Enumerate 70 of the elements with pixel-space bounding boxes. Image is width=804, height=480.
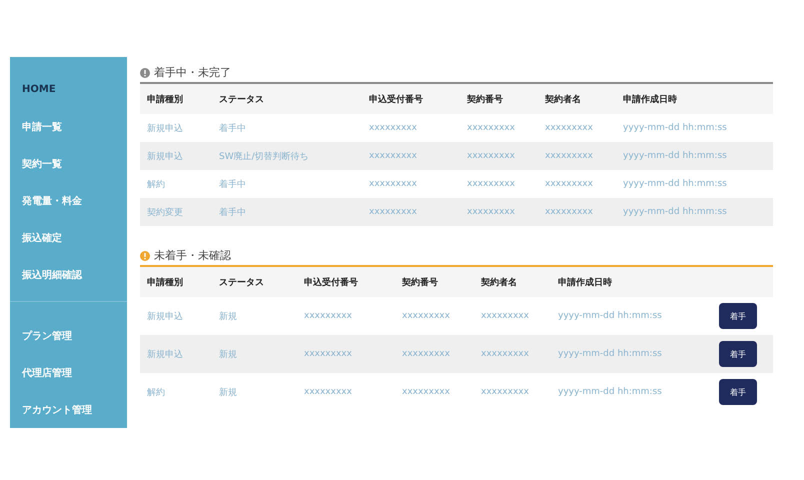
table-cell-text: xxxxxxxxx	[467, 179, 516, 189]
sidebar-item[interactable]: 発電量・料金	[10, 182, 127, 219]
column-header: 契約者名	[481, 276, 518, 288]
sidebar-item[interactable]: 代理店管理	[10, 354, 127, 391]
table-cell-text: yyyy-mm-dd hh:mm:ss	[623, 179, 728, 189]
table-cell-text: xxxxxxxxx	[545, 207, 594, 217]
table-cell-text: 契約変更	[147, 206, 184, 218]
table-cell-text: xxxxxxxxx	[304, 311, 353, 321]
table-cell-text: xxxxxxxxx	[304, 349, 353, 359]
table-cell-text: xxxxxxxxx	[402, 349, 451, 359]
column-header: 契約番号	[402, 276, 439, 288]
table-cell-text: xxxxxxxxx	[481, 387, 530, 397]
table-cell-text: xxxxxxxxx	[481, 349, 530, 359]
table-cell-text: xxxxxxxxx	[369, 123, 418, 133]
table-cell-text: 着手中	[219, 206, 247, 218]
table-cell-text: 新規申込	[147, 348, 184, 360]
column-header: 申請種別	[147, 276, 184, 288]
table-cell-text: xxxxxxxxx	[369, 207, 418, 217]
table-cell-text: xxxxxxxxx	[545, 179, 594, 189]
table-cell-text: xxxxxxxxx	[545, 151, 594, 161]
table-cell-text: 新規申込	[147, 150, 184, 162]
table-cell-text: yyyy-mm-dd hh:mm:ss	[558, 311, 663, 321]
table-cell-text: yyyy-mm-dd hh:mm:ss	[558, 387, 663, 397]
table-cell-text: 新規	[219, 310, 238, 322]
table-cell-text: 解約	[147, 386, 166, 398]
column-header: ステータス	[219, 276, 265, 288]
table-cell-text: xxxxxxxxx	[369, 179, 418, 189]
sidebar-item[interactable]: アカウント管理	[10, 391, 127, 428]
table-cell-text: SW廃止/切替判断待ち	[219, 150, 310, 162]
column-header: ステータス	[219, 94, 265, 106]
start-button[interactable]: 着手	[719, 303, 757, 329]
sidebar-item[interactable]: 申請一覧	[10, 108, 127, 145]
table-cell-text: xxxxxxxxx	[481, 311, 530, 321]
table-cell-text: xxxxxxxxx	[304, 387, 353, 397]
column-header: 申込受付番号	[304, 276, 359, 288]
table-cell-text: xxxxxxxxx	[369, 151, 418, 161]
table-cell-text: 解約	[147, 178, 166, 190]
table-cell-text: yyyy-mm-dd hh:mm:ss	[623, 207, 728, 217]
table-cell-text: yyyy-mm-dd hh:mm:ss	[623, 151, 728, 161]
table-cell-text: xxxxxxxxx	[467, 151, 516, 161]
start-button[interactable]: 着手	[719, 379, 757, 405]
table-cell-text: 新規申込	[147, 310, 184, 322]
section-title: 未着手・未確認	[154, 248, 231, 263]
column-header: 申込受付番号	[369, 93, 424, 106]
table-cell-text: 新規申込	[147, 122, 184, 134]
column-header: 契約番号	[467, 93, 504, 106]
table-cell-text: 新規	[219, 386, 238, 398]
table-cell-text: yyyy-mm-dd hh:mm:ss	[623, 123, 728, 133]
table-cell-text: xxxxxxxxx	[467, 123, 516, 133]
column-header: 申請作成日時	[558, 276, 613, 288]
column-header: 契約者名	[545, 93, 582, 106]
start-button[interactable]: 着手	[719, 341, 757, 367]
column-header: 申請種別	[147, 93, 184, 106]
table-cell-text: xxxxxxxxx	[402, 311, 451, 321]
sidebar-item[interactable]: 振込明細確認	[10, 256, 127, 293]
section-title: 着手中・未完了	[154, 65, 231, 80]
table-cell-text: 着手中	[219, 178, 247, 190]
sidebar-item[interactable]: HOME	[10, 71, 127, 108]
alert-icon	[140, 250, 150, 260]
table-cell-text: xxxxxxxxx	[467, 207, 516, 217]
table-cell-text: 新規	[219, 348, 238, 360]
sidebar-item[interactable]: プラン管理	[10, 317, 127, 354]
column-header: 申請作成日時	[623, 93, 678, 106]
table-cell-text: 着手中	[219, 122, 247, 134]
alert-icon	[140, 68, 150, 78]
table-cell-text: xxxxxxxxx	[545, 123, 594, 133]
table-cell-text: yyyy-mm-dd hh:mm:ss	[558, 349, 663, 359]
sidebar-item[interactable]: 振込確定	[10, 219, 127, 256]
sidebar-item[interactable]: 契約一覧	[10, 145, 127, 182]
table-cell-text: xxxxxxxxx	[402, 387, 451, 397]
